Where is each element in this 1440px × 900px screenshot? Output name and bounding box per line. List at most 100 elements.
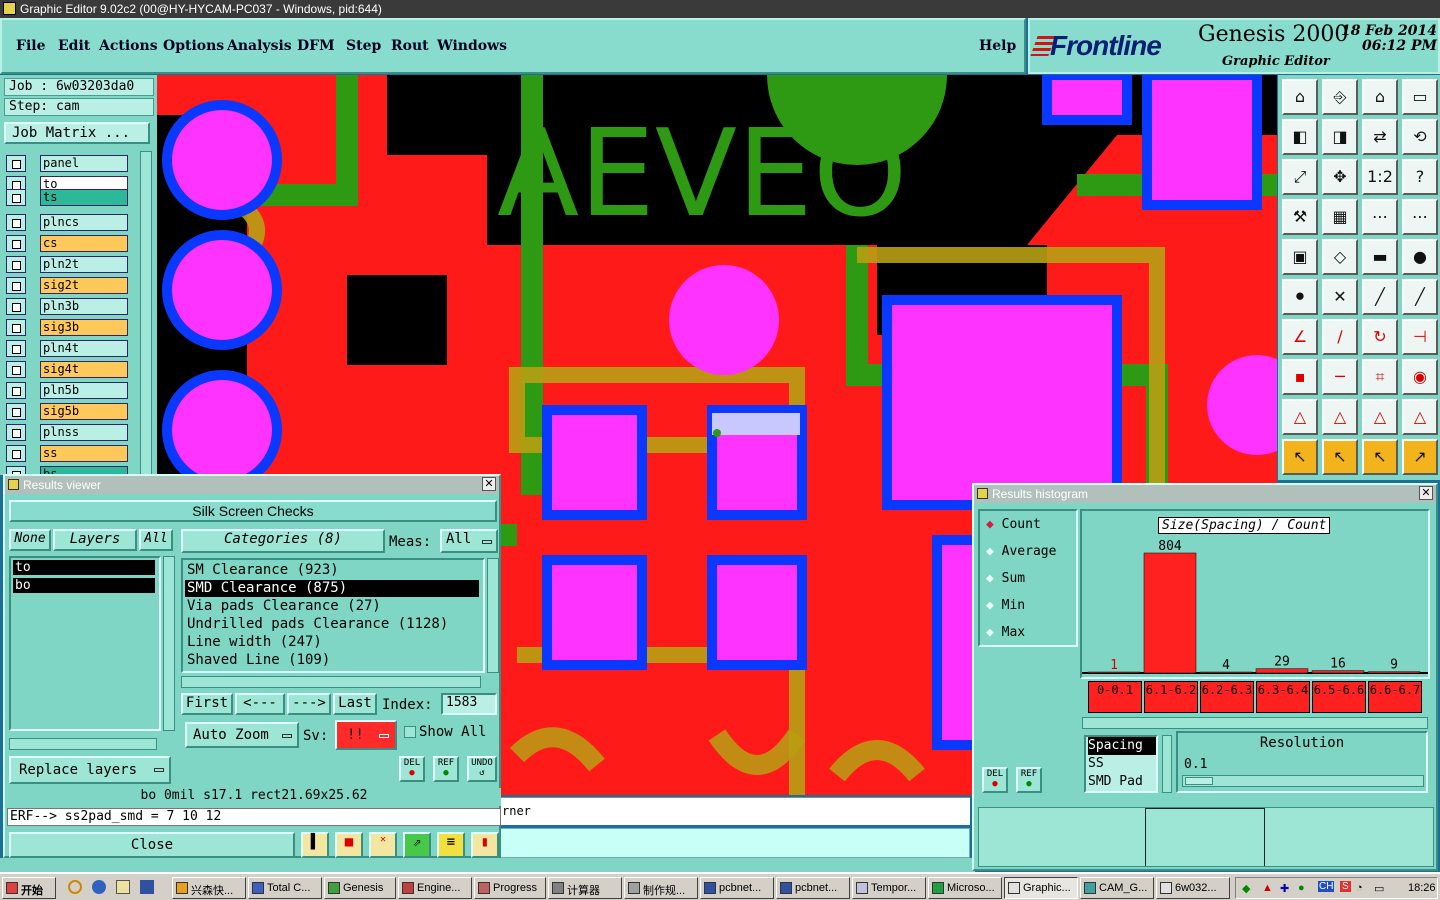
layer-scrollbar[interactable]: [140, 151, 152, 476]
layer-name[interactable]: plncs: [40, 214, 128, 231]
layer-checkbox[interactable]: [6, 235, 26, 252]
layer-row-pln4t[interactable]: pln4t: [6, 340, 128, 357]
triangle4-icon[interactable]: △: [1402, 399, 1438, 435]
hist-del-button[interactable]: DEL ●: [982, 767, 1008, 793]
pen-icon[interactable]: ∕: [1322, 319, 1358, 355]
taskbar-item[interactable]: Total C...: [248, 877, 322, 899]
layer-name[interactable]: sig2t: [40, 277, 128, 294]
layer-row-sig2t[interactable]: sig2t: [6, 277, 128, 294]
layer-checkbox[interactable]: [6, 277, 26, 294]
tray-icon[interactable]: ◆: [1242, 882, 1250, 895]
shape-icon[interactable]: ◇: [1322, 239, 1358, 275]
layer-row-plnss[interactable]: plnss: [6, 424, 128, 441]
taskbar-item[interactable]: 兴森快...: [172, 877, 246, 899]
taskbar-item[interactable]: Progress: [474, 877, 546, 899]
layer-checkbox[interactable]: [6, 298, 26, 315]
triangle3-icon[interactable]: △: [1362, 399, 1398, 435]
tray-icon[interactable]: ●: [1298, 882, 1305, 894]
cluster-icon[interactable]: ◉: [1402, 359, 1438, 395]
taskbar-item[interactable]: 6w032...: [1156, 877, 1230, 899]
taskbar-item[interactable]: Graphic...: [1004, 877, 1078, 899]
menu-help[interactable]: Help: [979, 38, 1016, 54]
save-view-icon[interactable]: ⎆: [1322, 79, 1358, 115]
layer-checkbox[interactable]: [6, 189, 26, 206]
network-icon[interactable]: ▭: [1374, 882, 1384, 895]
fill-icon[interactable]: ⌂: [1282, 79, 1318, 115]
mode-radio-average[interactable]: ◆ Average: [986, 544, 1056, 559]
category-item[interactable]: Undrilled pads Clearance (1128): [185, 616, 479, 633]
next-button[interactable]: --->: [287, 693, 331, 715]
job-matrix-button[interactable]: Job Matrix ...: [4, 122, 150, 144]
first-button[interactable]: First: [181, 693, 233, 715]
layer-name[interactable]: ss: [40, 445, 128, 462]
hist-ref-button[interactable]: REF ●: [1016, 767, 1042, 793]
swap-icon[interactable]: ⇄: [1362, 119, 1398, 155]
layer-checkbox[interactable]: [6, 361, 26, 378]
line2-icon[interactable]: ╱: [1402, 279, 1438, 315]
category-scrollbar[interactable]: [487, 558, 499, 673]
slider-thumb[interactable]: [1185, 777, 1213, 785]
report-icon[interactable]: ≡: [437, 832, 465, 858]
triangle-icon[interactable]: △: [1282, 399, 1318, 435]
category-tick-label[interactable]: 6.1-6.2: [1144, 681, 1198, 713]
filter-scrollbar[interactable]: [1162, 735, 1172, 793]
pointer-icon[interactable]: ↖: [1282, 439, 1318, 475]
feature-icon[interactable]: ▪: [1282, 359, 1318, 395]
layer-row-panel[interactable]: panel: [6, 155, 128, 172]
volume-icon[interactable]: ◔: [1356, 882, 1363, 894]
layer-row-sig4t[interactable]: sig4t: [6, 361, 128, 378]
step-icon[interactable]: ⇗: [403, 832, 431, 858]
arc-icon[interactable]: ↻: [1362, 319, 1398, 355]
window-menu-icon[interactable]: [977, 488, 988, 499]
layer-name[interactable]: plnss: [40, 424, 128, 441]
triangle2-icon[interactable]: △: [1322, 399, 1358, 435]
layer-row-cs[interactable]: cs: [6, 235, 128, 252]
net-icon[interactable]: ⚫: [1282, 279, 1318, 315]
replace-layers-dropdown[interactable]: Replace layers: [9, 756, 171, 784]
show-all-checkbox[interactable]: [404, 726, 416, 738]
pan-left-icon[interactable]: ◧: [1282, 119, 1318, 155]
filter-item[interactable]: SMD Pad: [1088, 773, 1156, 791]
menu-windows[interactable]: Windows: [437, 38, 507, 54]
layer-row-ts[interactable]: ts: [6, 189, 128, 206]
ruler-icon[interactable]: ▬: [1362, 239, 1398, 275]
category-item[interactable]: Via pads Clearance (27): [185, 598, 479, 615]
dot-icon[interactable]: ●: [1402, 239, 1438, 275]
result-layer-item[interactable]: bo: [13, 578, 155, 593]
taskbar-item[interactable]: pcbnet...: [700, 877, 774, 899]
layer-checkbox[interactable]: [6, 445, 26, 462]
category-item[interactable]: Line width (247): [185, 634, 479, 651]
close-button[interactable]: Close: [9, 832, 295, 858]
menu-actions[interactable]: Actions: [99, 38, 158, 54]
layer-checkbox[interactable]: [6, 319, 26, 336]
language-indicator[interactable]: CH: [1318, 881, 1335, 892]
layer-checkbox[interactable]: [6, 382, 26, 399]
index-input[interactable]: 1583: [441, 693, 497, 715]
start-button[interactable]: 开始: [2, 877, 56, 899]
category-tick-label[interactable]: 6.2-6.3: [1200, 681, 1254, 713]
mode-radio-count[interactable]: ◆ Count: [986, 517, 1041, 532]
window-icon[interactable]: ▭: [1402, 79, 1438, 115]
pad-icon[interactable]: ▣: [1282, 239, 1318, 275]
layers-none-button[interactable]: None: [9, 529, 51, 551]
layer-checkbox[interactable]: [6, 155, 26, 172]
menu-rout[interactable]: Rout: [391, 38, 429, 54]
layer-checkbox[interactable]: [6, 403, 26, 420]
layer-color-icon[interactable]: ▌: [301, 832, 329, 858]
layers-all-button[interactable]: All: [139, 529, 173, 551]
pointer-net-icon[interactable]: ↗: [1402, 439, 1438, 475]
layer-name[interactable]: sig5b: [40, 403, 128, 420]
category-tick-label[interactable]: 0-0.1: [1088, 681, 1142, 713]
mode-radio-sum[interactable]: ◆ Sum: [986, 571, 1025, 586]
layer-row-sig5b[interactable]: sig5b: [6, 403, 128, 420]
close-icon[interactable]: ✕: [1419, 486, 1433, 500]
center-icon[interactable]: ✥: [1322, 159, 1358, 195]
drill-icon[interactable]: ⚒: [1282, 199, 1318, 235]
fit-icon[interactable]: ⤢: [1282, 159, 1318, 195]
layer-name[interactable]: ts: [40, 189, 128, 206]
category-hscrollbar[interactable]: [181, 676, 481, 688]
taskbar-item[interactable]: 计算器: [548, 877, 622, 899]
window-menu-icon[interactable]: [8, 479, 19, 490]
last-button[interactable]: Last: [333, 693, 377, 715]
line-icon[interactable]: ╱: [1362, 279, 1398, 315]
